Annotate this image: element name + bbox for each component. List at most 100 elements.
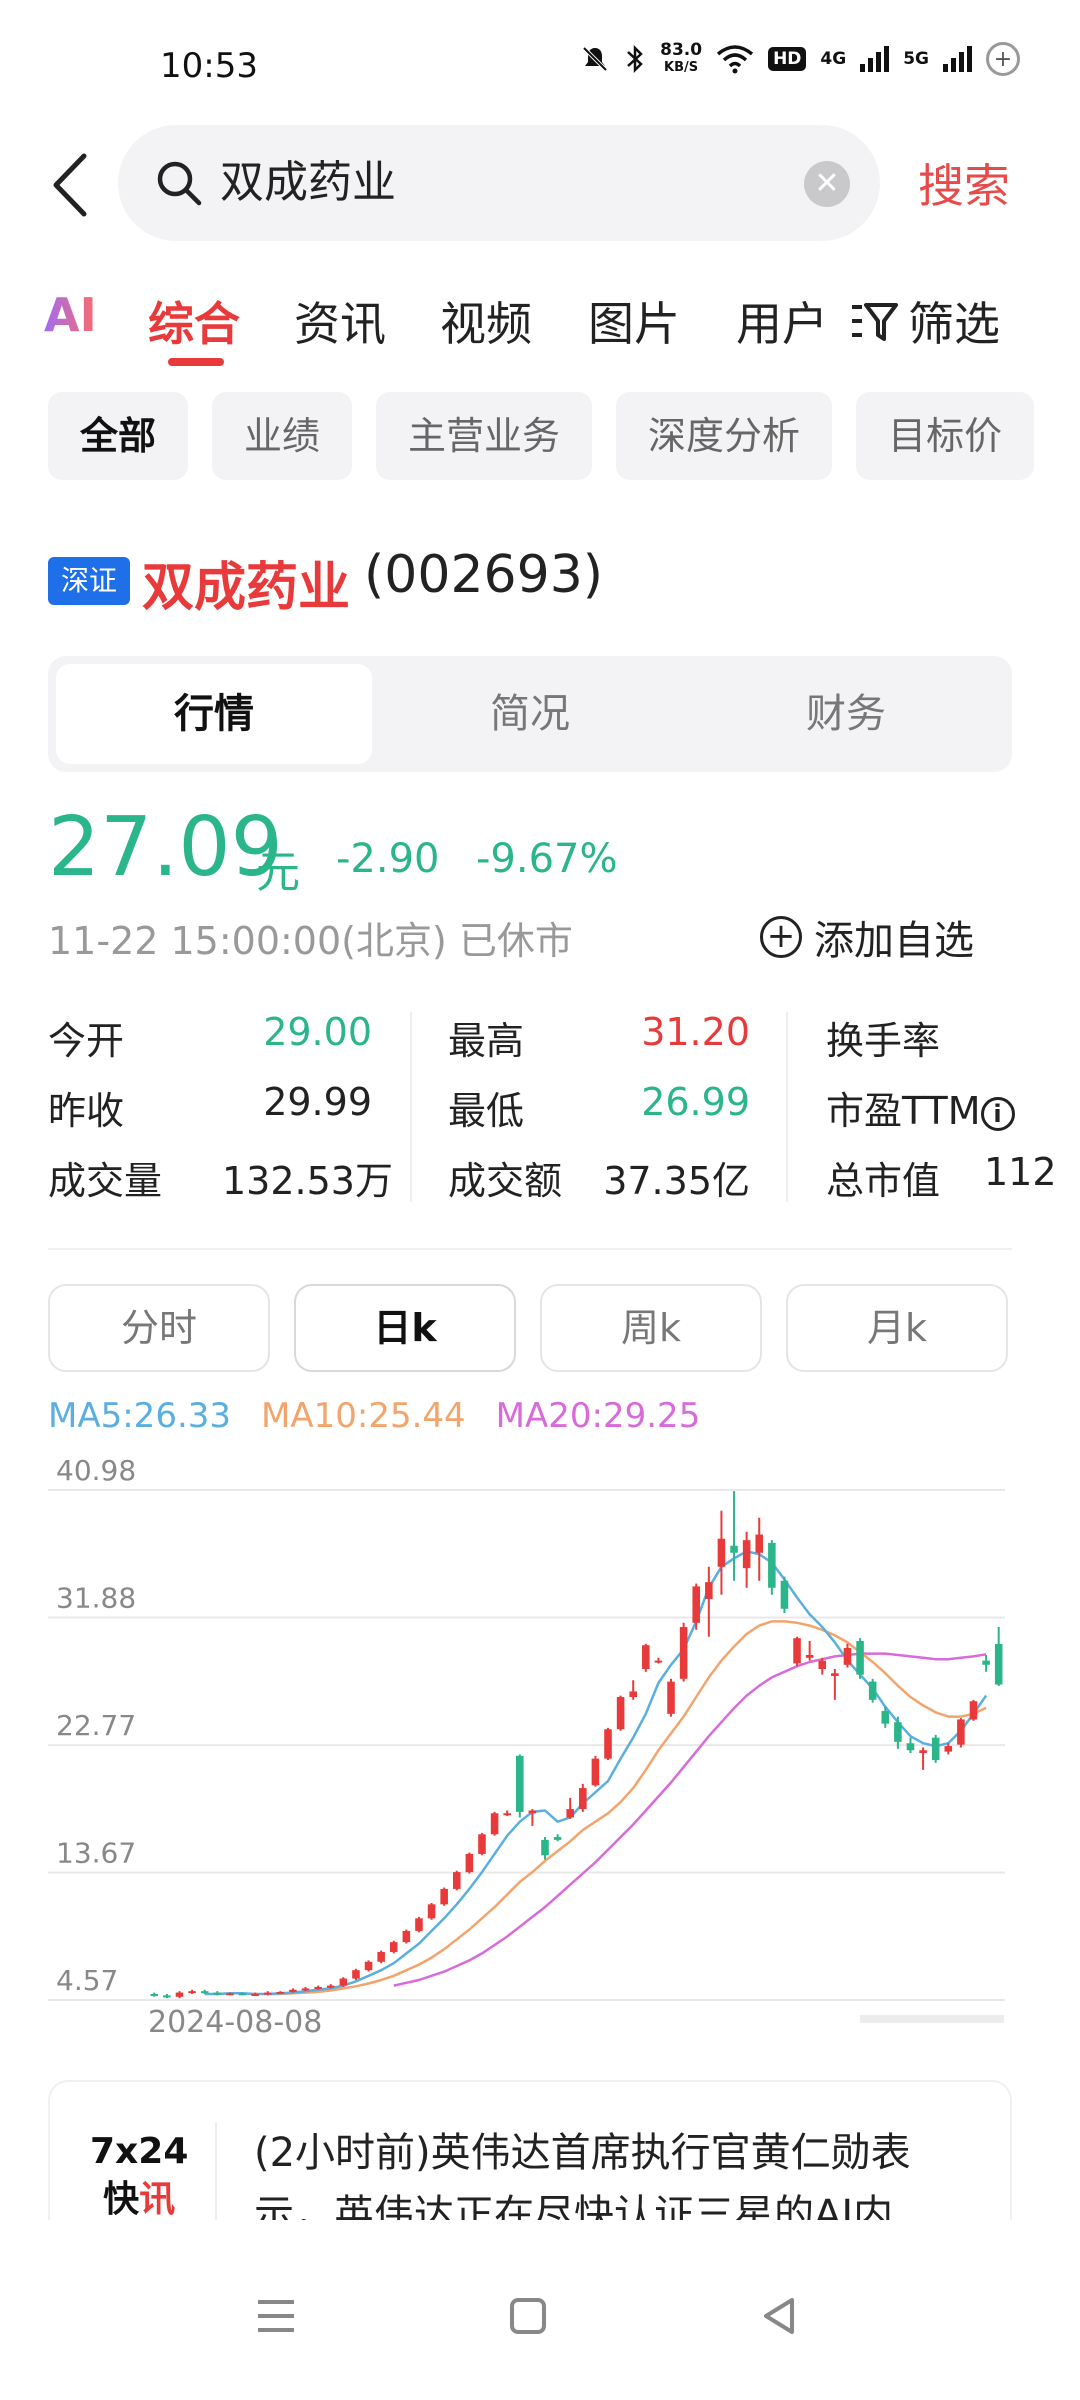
net-speed-value: 83.0 (660, 40, 703, 60)
candle-body (566, 1809, 574, 1818)
candle-body (906, 1743, 915, 1751)
news-card[interactable]: 7x24 快讯 (2小时前)英伟达首席执行官黄仁勋表示，英伟达正在尽快认证三星的… (48, 2080, 1012, 2230)
add-watchlist-button[interactable]: + 添加自选 (760, 908, 974, 966)
tab-news[interactable]: 资讯 (294, 288, 386, 354)
segment-quote[interactable]: 行情 (56, 664, 372, 764)
candle-body (629, 1691, 637, 1698)
chip-main-business[interactable]: 主营业务 (376, 392, 593, 480)
chart-scroll-indicator (860, 2015, 1004, 2023)
candle-body (314, 1986, 322, 1989)
candle-body (616, 1697, 625, 1730)
segment-overview[interactable]: 简况 (372, 664, 688, 764)
exchange-badge: 深证 (48, 557, 130, 605)
candle-body (717, 1538, 726, 1567)
signal-icon-2 (943, 46, 972, 72)
stat-open-label: 今开 (48, 1019, 125, 1063)
tab-users[interactable]: 用户 (736, 288, 828, 354)
candle-body (238, 1993, 247, 1996)
status-time: 10:53 (160, 46, 258, 86)
chip-all[interactable]: 全部 (48, 392, 189, 480)
stat-high-label: 最高 (448, 1019, 525, 1063)
candle-body (339, 1978, 348, 1986)
ma20-path (393, 1652, 987, 1987)
candle-body (226, 1993, 234, 1996)
wifi-icon (716, 45, 754, 74)
stat-volume-label: 成交量 (48, 1159, 163, 1203)
search-button[interactable]: 搜索 (918, 150, 1010, 216)
tab-ai[interactable]: AI (44, 288, 97, 342)
ma20-label: MA20:29.25 (495, 1396, 701, 1436)
candle-body (994, 1643, 1003, 1685)
y-tick-label: 13.67 (56, 1837, 136, 1870)
candle-body (251, 1993, 259, 1996)
status-bar: 10:53 83.0 KB/S HD 4G 5G + (0, 0, 1080, 110)
stat-high-value: 31.20 (641, 1010, 750, 1054)
stat-amount-label: 成交额 (448, 1159, 563, 1203)
ma-legend: MA5:26.33 MA10:25.44 MA20:29.25 (48, 1396, 700, 1436)
stat-pe-text: 市盈TTM (826, 1089, 981, 1133)
candle-body (301, 1988, 310, 1991)
y-tick-label: 40.98 (56, 1454, 136, 1487)
category-tabs: AI 综合 资讯 视频 图片 用户 筛选 (0, 280, 1080, 370)
filter-label: 筛选 (908, 297, 1000, 351)
stock-name[interactable]: 双成药业 (142, 545, 350, 620)
stat-prev-close-label: 昨收 (48, 1089, 125, 1133)
candle-body (780, 1580, 789, 1609)
market-status: 11-22 15:00:00(北京) 已休市 (48, 919, 573, 963)
filter-button[interactable]: 筛选 (850, 288, 1000, 354)
back-icon[interactable] (46, 150, 96, 220)
period-weekly[interactable]: 周k (540, 1284, 762, 1372)
news-logo-line1: 7x24 (90, 2131, 189, 2172)
period-selector: 分时 日k 周k 月k (48, 1284, 1008, 1372)
home-icon[interactable] (498, 2286, 558, 2346)
candle-body (654, 1660, 663, 1663)
ma10-path (267, 1620, 987, 1996)
candle-body (440, 1888, 448, 1905)
tab-images[interactable]: 图片 (588, 288, 680, 354)
hd-badge: HD (768, 47, 807, 71)
candle-body (364, 1961, 373, 1971)
period-monthly[interactable]: 月k (786, 1284, 1008, 1372)
search-input[interactable]: 双成药业 ✕ (118, 125, 880, 241)
net-speed-unit: KB/S (664, 60, 699, 75)
tab-comprehensive[interactable]: 综合 (148, 288, 240, 354)
news-logo-char2: 讯 (139, 2179, 176, 2220)
ma10-label: MA10:25.44 (261, 1396, 466, 1436)
candle-body (667, 1681, 675, 1714)
candle-body (881, 1711, 890, 1724)
x-axis-start-label: 2024-08-08 (148, 2005, 322, 2040)
info-icon[interactable]: i (980, 1096, 1015, 1131)
candle-body (541, 1839, 549, 1856)
candle-body (402, 1930, 411, 1943)
candle-body (982, 1660, 990, 1665)
candle-body (705, 1582, 713, 1599)
plus-circle-icon: + (760, 916, 802, 958)
chip-deep-analysis[interactable]: 深度分析 (616, 392, 833, 480)
ma10-line (267, 1620, 987, 1996)
tab-video[interactable]: 视频 (440, 288, 532, 354)
period-daily[interactable]: 日k (294, 1284, 516, 1372)
segment-finance[interactable]: 财务 (688, 664, 1004, 764)
candle-body (377, 1951, 385, 1962)
candle-body (163, 1995, 171, 1998)
candle-body (931, 1737, 940, 1761)
candle-body (415, 1918, 423, 1931)
period-intraday[interactable]: 分时 (48, 1284, 270, 1372)
sim1-type: 4G (820, 48, 847, 69)
stat-prev-close-value: 29.99 (263, 1080, 372, 1124)
kline-chart[interactable]: 40.98 31.88 22.77 13.67 4.57 2024-08-08 (0, 1440, 1080, 2060)
chip-target-price[interactable]: 目标价 (856, 392, 1035, 480)
stats-grid: 今开 29.00 昨收 29.99 成交量 132.53万 最高 31.20 最… (48, 1010, 1080, 1210)
candle-body (452, 1872, 461, 1889)
back-nav-icon[interactable] (750, 2286, 810, 2346)
chip-performance[interactable]: 业绩 (212, 392, 353, 480)
candle-body (957, 1719, 965, 1745)
candle-body (679, 1626, 688, 1679)
menu-icon[interactable] (246, 2286, 306, 2346)
candle-body (604, 1729, 612, 1759)
clear-icon[interactable]: ✕ (804, 161, 850, 207)
filter-icon (852, 303, 898, 341)
net-speed: 83.0 KB/S (660, 42, 702, 76)
candle-body (742, 1540, 751, 1569)
candle-body (553, 1837, 562, 1840)
